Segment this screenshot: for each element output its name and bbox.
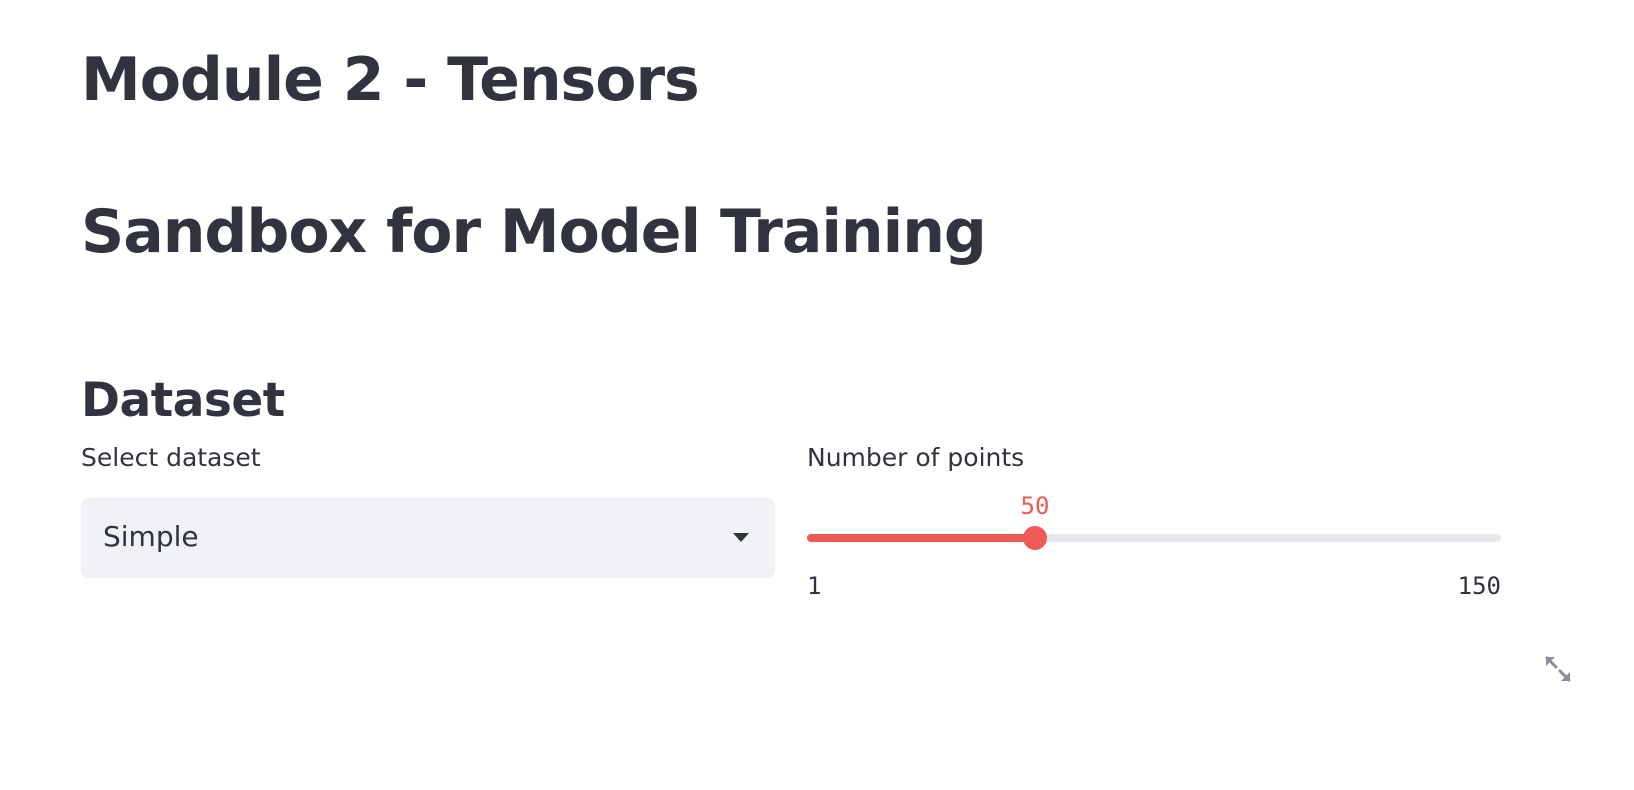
fullscreen-expand-icon[interactable] xyxy=(1543,654,1573,684)
number-of-points-slider[interactable]: 50 1 150 xyxy=(807,480,1501,610)
number-of-points-label: Number of points xyxy=(807,443,1025,472)
slider-max-value: 150 xyxy=(1457,572,1501,600)
dataset-select-value: Simple xyxy=(103,520,199,553)
page-title: Module 2 - Tensors xyxy=(81,45,700,115)
slider-thumb[interactable] xyxy=(1023,526,1047,550)
dataset-heading: Dataset xyxy=(81,373,285,428)
slider-min-value: 1 xyxy=(807,572,822,600)
dataset-select[interactable]: Simple xyxy=(81,498,775,578)
main-content: Module 2 - Tensors Sandbox for Model Tra… xyxy=(81,0,1571,790)
slider-current-value: 50 xyxy=(1020,492,1050,520)
chevron-down-icon[interactable] xyxy=(733,533,749,542)
select-dataset-label: Select dataset xyxy=(81,443,261,472)
slider-fill xyxy=(807,534,1035,542)
page-subtitle: Sandbox for Model Training xyxy=(81,197,987,267)
